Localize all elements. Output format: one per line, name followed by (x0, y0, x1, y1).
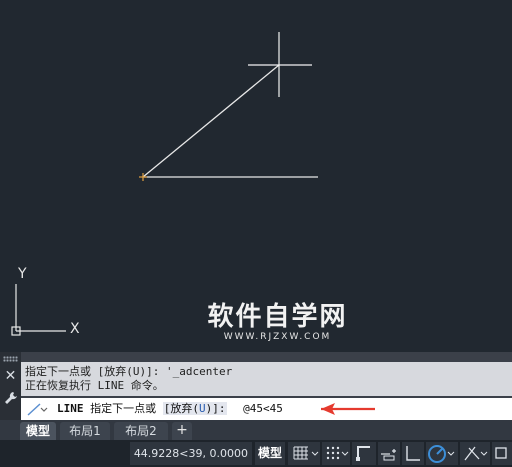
model-space-button[interactable]: 模型 (255, 442, 285, 465)
ucs-y-label: Y (17, 266, 27, 282)
command-input[interactable]: LINE 指定下一点或 [放弃(U)]: @45<45 (21, 398, 512, 420)
tab-layout1[interactable]: 布局1 (60, 422, 110, 440)
grid-icon[interactable] (288, 442, 320, 465)
red-arrow-annotation (321, 403, 375, 415)
add-layout-button[interactable]: + (172, 422, 192, 440)
drag-handle-icon[interactable] (3, 356, 18, 362)
infer-constraints-icon[interactable] (378, 442, 400, 465)
object-snap-icon[interactable] (492, 442, 512, 465)
command-line-panel: ✕ 指定下一点或 [放弃(U)]: '_adcenter 正在恢复执行 LINE… (0, 352, 512, 420)
history-line: 正在恢复执行 LINE 命令。 (25, 379, 164, 392)
line-command-icon (27, 403, 48, 416)
angled-rubber-band-line (142, 64, 280, 178)
undo-option-key[interactable]: U (199, 402, 206, 415)
close-icon[interactable]: ✕ (3, 368, 18, 384)
layout-tab-bar: 模型 布局1 布局2 + (0, 420, 512, 440)
drawing-canvas[interactable]: Y X (0, 0, 512, 352)
undo-option[interactable]: [放弃(U)]: (162, 402, 227, 415)
drawing-viewport[interactable]: Y X 软件自学网 WWW.RJZXW.COM (0, 0, 512, 352)
typed-input-value[interactable]: @45<45 (243, 402, 283, 415)
dynamic-ucs-icon[interactable] (352, 442, 376, 465)
watermark-main-text: 软件自学网 (207, 302, 348, 332)
prompt-text: 指定下一点或 (90, 402, 157, 415)
command-panel-grip[interactable]: ✕ (0, 352, 21, 420)
ortho-icon[interactable] (402, 442, 424, 465)
watermark-url-text: WWW.RJZXW.COM (223, 332, 332, 342)
wrench-icon[interactable] (3, 390, 18, 406)
polar-tracking-icon[interactable] (426, 442, 458, 465)
isodraft-icon[interactable] (460, 442, 490, 465)
crosshair-cursor (248, 32, 312, 97)
watermark: 软件自学网 WWW.RJZXW.COM (205, 302, 350, 343)
command-name: LINE (57, 402, 84, 415)
tab-model[interactable]: 模型 (20, 422, 56, 440)
ucs-x-label: X (70, 321, 80, 337)
snap-mode-icon[interactable] (322, 442, 350, 465)
coordinates-display[interactable]: 44.9228<39, 0.0000 (130, 442, 252, 465)
ucs-icon (11, 284, 66, 336)
status-bar: 44.9228<39, 0.0000 模型 (0, 440, 512, 467)
command-history: 指定下一点或 [放弃(U)]: '_adcenter 正在恢复执行 LINE 命… (21, 362, 512, 396)
tab-layout2[interactable]: 布局2 (114, 422, 168, 440)
history-line: 指定下一点或 [放弃(U)]: '_adcenter (25, 365, 233, 378)
command-prompt: LINE 指定下一点或 [放弃(U)]: @45<45 (57, 401, 283, 417)
